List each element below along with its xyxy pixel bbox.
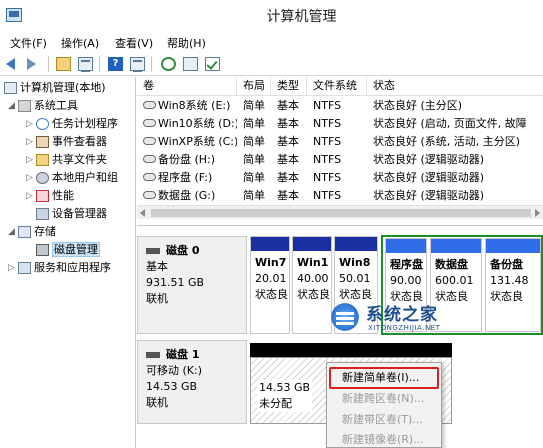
highlight-frame	[329, 367, 439, 389]
expand-icon[interactable]: ▷	[26, 151, 36, 169]
toolbar-separator	[151, 56, 152, 72]
horizontal-scrollbar[interactable]	[137, 205, 543, 219]
menu-help[interactable]: 帮助(H)	[167, 35, 206, 51]
disk1-label[interactable]: 磁盘 1 可移动 (K:) 14.53 GB 联机	[137, 340, 247, 424]
device-manager-icon	[36, 208, 49, 220]
disk0-type: 基本	[146, 260, 168, 273]
console-icon[interactable]	[128, 55, 146, 73]
disk1-name: 磁盘 1	[166, 348, 200, 361]
volume-icon	[143, 155, 156, 163]
tools-icon	[18, 100, 31, 112]
up-folder-icon[interactable]	[54, 55, 72, 73]
column-header-layout[interactable]: 布局	[237, 77, 271, 96]
menu-bar: 文件(F) 操作(A) 查看(V) 帮助(H)	[0, 32, 543, 52]
disk-icon	[36, 244, 49, 256]
tree-item-task-scheduler[interactable]: ▷ 任务计划程序	[26, 115, 118, 133]
table-row[interactable]: 数据盘 (G:) 简单 基本 NTFS 状态良好 (逻辑驱动器)	[137, 187, 543, 204]
forward-icon[interactable]	[27, 55, 45, 73]
menu-view[interactable]: 查看(V)	[115, 35, 153, 51]
volume-icon	[143, 173, 156, 181]
volume-list: 卷 布局 类型 文件系统 状态 Win8系统 (E:) 简单 基本 NTFS 状…	[137, 77, 543, 222]
toolbar: ?	[0, 52, 543, 76]
shared-folder-icon	[36, 154, 49, 166]
watermark: 系统之家 XITONGZHIJIA.NET	[328, 300, 478, 340]
unallocated-stripe	[250, 343, 452, 357]
column-header-filesystem[interactable]: 文件系统	[307, 77, 367, 96]
disk1-type: 可移动 (K:)	[146, 364, 202, 377]
column-header-volume[interactable]: 卷	[137, 77, 237, 96]
volume-icon	[143, 119, 156, 127]
window-title: 计算机管理	[266, 9, 337, 25]
volume-list-header: 卷 布局 类型 文件系统 状态	[137, 77, 543, 96]
services-icon	[18, 262, 31, 274]
expand-icon[interactable]: ▷	[26, 115, 36, 133]
expand-icon[interactable]: ▷	[26, 169, 36, 187]
computer-management-window: 计算机管理 文件(F) 操作(A) 查看(V) 帮助(H) ? 计算机管理(本地…	[0, 0, 543, 448]
back-icon[interactable]	[6, 55, 24, 73]
tree-item-computer-management[interactable]: 计算机管理(本地)	[4, 79, 106, 97]
volume-icon	[143, 101, 156, 109]
tree-item-system-tools[interactable]: ◢ 系统工具	[8, 97, 78, 115]
toolbar-separator	[48, 56, 49, 72]
disk0-size: 931.51 GB	[146, 276, 205, 289]
refresh-icon[interactable]	[159, 55, 177, 73]
table-row[interactable]: Win8系统 (E:) 简单 基本 NTFS 状态良好 (主分区)	[137, 97, 543, 114]
computer-icon	[4, 82, 17, 94]
volume-icon	[143, 137, 156, 145]
table-row[interactable]: 程序盘 (F:) 简单 基本 NTFS 状态良好 (逻辑驱动器)	[137, 169, 543, 186]
expand-icon[interactable]: ▷	[26, 133, 36, 151]
partition-win7[interactable]: Win7 20.01 状态良	[250, 236, 290, 334]
check-icon[interactable]	[203, 55, 221, 73]
tree-item-local-users[interactable]: ▷ 本地用户和组	[26, 169, 118, 187]
disk1-size: 14.53 GB	[146, 380, 198, 393]
title-bar: 计算机管理	[0, 0, 543, 32]
toolbar-separator	[99, 56, 100, 72]
menu-file[interactable]: 文件(F)	[10, 35, 47, 51]
disk0-name: 磁盘 0	[166, 244, 200, 257]
navigation-tree: 计算机管理(本地) ◢ 系统工具 ▷ 任务计划程序 ▷ 事件查看器 ▷ 共享文件夹 ▷ 本…	[0, 77, 136, 448]
tree-item-device-manager[interactable]: 设备管理器	[36, 205, 107, 223]
disk0-label[interactable]: 磁盘 0 基本 931.51 GB 联机	[137, 236, 247, 334]
volume-icon	[143, 191, 156, 199]
table-row[interactable]: Win10系统 (D:) 简单 基本 NTFS 状态良好 (启动, 页面文件, …	[137, 115, 543, 132]
tree-item-performance[interactable]: ▷ 性能	[26, 187, 74, 205]
scroll-left-icon[interactable]	[140, 209, 145, 217]
users-icon	[36, 172, 49, 184]
table-row[interactable]: WinXP系统 (C:) 简单 基本 NTFS 状态良好 (系统, 活动, 主分…	[137, 133, 543, 150]
menu-item-new-spanned-volume[interactable]: 新建跨区卷(N)...	[327, 389, 441, 409]
event-log-icon	[36, 136, 49, 148]
partition-backup[interactable]: 备份盘 131.48 状态良	[485, 238, 541, 332]
context-menu: 新建简单卷(I)... 新建跨区卷(N)... 新建带区卷(T)... 新建镜像…	[326, 362, 442, 448]
disk-icon	[146, 352, 160, 358]
tree-item-services-apps[interactable]: ▷ 服务和应用程序	[8, 259, 111, 277]
tree-item-disk-management[interactable]: 磁盘管理	[26, 241, 100, 259]
menu-item-new-mirrored-volume[interactable]: 新建镜像卷(R)...	[327, 430, 441, 448]
clock-icon	[36, 118, 49, 130]
performance-icon	[36, 190, 49, 202]
scroll-right-icon[interactable]	[535, 209, 540, 217]
tree-item-event-viewer[interactable]: ▷ 事件查看器	[26, 133, 107, 151]
column-header-type[interactable]: 类型	[271, 77, 307, 96]
disk1-status: 联机	[146, 396, 168, 409]
scrollbar-thumb[interactable]	[151, 209, 531, 217]
table-row[interactable]: 备份盘 (H:) 简单 基本 NTFS 状态良好 (逻辑驱动器)	[137, 151, 543, 168]
help-icon[interactable]: ?	[106, 55, 124, 73]
show-hide-tree-icon[interactable]	[76, 55, 94, 73]
expand-icon[interactable]: ▷	[8, 259, 18, 277]
disk0-status: 联机	[146, 292, 168, 305]
tree-item-storage[interactable]: ◢ 存储	[8, 223, 56, 241]
watermark-logo-icon	[328, 302, 362, 332]
collapse-icon[interactable]: ◢	[8, 223, 18, 241]
storage-icon	[18, 226, 31, 238]
menu-action[interactable]: 操作(A)	[61, 35, 99, 51]
tree-item-shared-folders[interactable]: ▷ 共享文件夹	[26, 151, 107, 169]
partition-win10[interactable]: Win1 40.00 状态良	[292, 236, 332, 334]
disk-icon	[146, 248, 160, 254]
column-header-status[interactable]: 状态	[367, 77, 543, 96]
properties-icon[interactable]	[181, 55, 199, 73]
expand-icon[interactable]: ▷	[26, 187, 36, 205]
collapse-icon[interactable]: ◢	[8, 97, 18, 115]
menu-item-new-striped-volume[interactable]: 新建带区卷(T)...	[327, 410, 441, 430]
